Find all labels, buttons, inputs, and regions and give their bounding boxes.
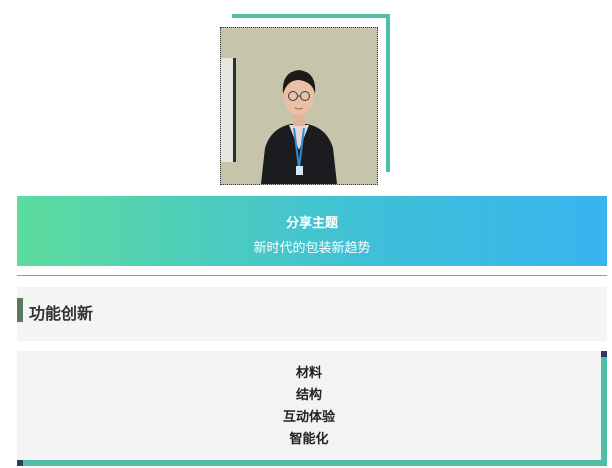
section-title: 功能创新: [29, 304, 94, 323]
topic-item: 结构: [295, 388, 322, 403]
banner-title: 分享主题: [285, 216, 338, 231]
topic-item: 互动体验: [282, 410, 335, 425]
topic-banner: 分享主题 新时代的包装新趋势: [17, 196, 607, 266]
section-heading: 功能创新: [17, 287, 607, 341]
topics-list: 材料 结构 互动体验 智能化: [17, 363, 601, 451]
speaker-photo: [220, 27, 378, 185]
topic-item: 材料: [295, 366, 322, 381]
topics-box: 材料 结构 互动体验 智能化: [17, 351, 607, 466]
topic-item: 智能化: [289, 432, 329, 447]
section-divider: [17, 275, 607, 276]
banner-subtitle: 新时代的包装新趋势: [253, 241, 371, 256]
section-accent-bar: [17, 298, 23, 322]
page: 分享主题 新时代的包装新趋势 功能创新 材料 结构 互动体验 智能化: [0, 0, 612, 468]
